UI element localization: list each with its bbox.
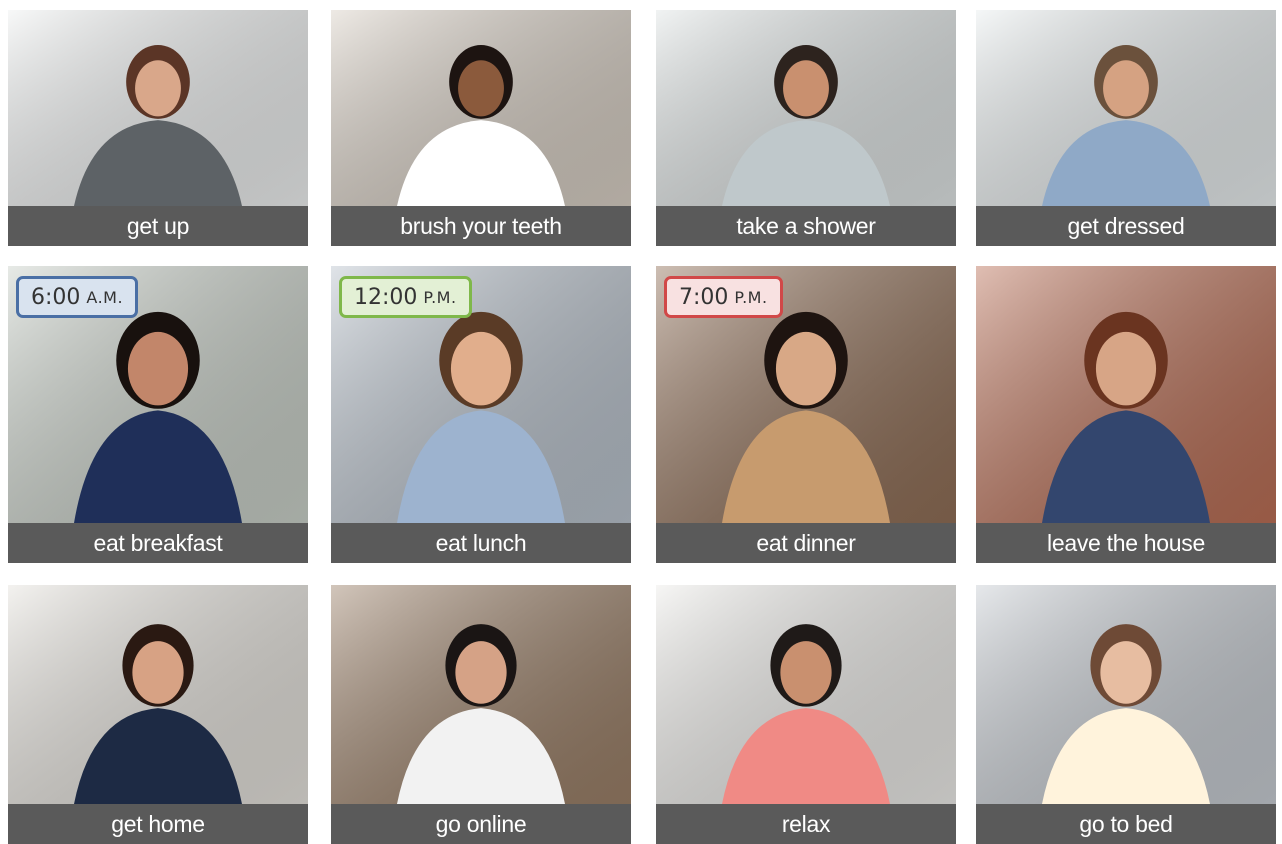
caption-eat-breakfast: eat breakfast xyxy=(8,523,308,563)
card-eat-breakfast: 6:00 A.M. eat breakfast xyxy=(8,266,308,563)
person-face xyxy=(132,641,184,704)
person-face xyxy=(135,60,181,117)
card-relax: relax xyxy=(656,585,956,844)
card-go-online: go online xyxy=(331,585,631,844)
person-face xyxy=(1100,641,1152,704)
time-value: 7:00 xyxy=(679,284,729,310)
caption-brush-your-teeth: brush your teeth xyxy=(331,206,631,246)
card-get-up: get up xyxy=(8,10,308,246)
caption-eat-lunch: eat lunch xyxy=(331,523,631,563)
caption-get-up: get up xyxy=(8,206,308,246)
caption-get-dressed: get dressed xyxy=(976,206,1276,246)
card-get-home: get home xyxy=(8,585,308,844)
photo-take-a-shower xyxy=(656,10,956,206)
person-face xyxy=(458,60,504,117)
card-brush-your-teeth: brush your teeth xyxy=(331,10,631,246)
photo-get-dressed xyxy=(976,10,1276,206)
caption-leave-the-house: leave the house xyxy=(976,523,1276,563)
photo-relax xyxy=(656,585,956,804)
card-leave-the-house: leave the house xyxy=(976,266,1276,563)
caption-get-home: get home xyxy=(8,804,308,844)
caption-take-a-shower: take a shower xyxy=(656,206,956,246)
card-go-to-bed: go to bed xyxy=(976,585,1276,844)
time-value: 12:00 xyxy=(354,284,418,310)
caption-eat-dinner: eat dinner xyxy=(656,523,956,563)
person-face xyxy=(450,331,512,406)
person-face xyxy=(1103,60,1149,117)
photo-get-up xyxy=(8,10,308,206)
person-face xyxy=(1095,331,1157,406)
photo-get-home xyxy=(8,585,308,804)
photo-brush-your-teeth xyxy=(331,10,631,206)
card-take-a-shower: take a shower xyxy=(656,10,956,246)
time-badge-dinner: 7:00 P.M. xyxy=(664,276,783,318)
time-period: P.M. xyxy=(734,287,768,307)
person-face xyxy=(783,60,829,117)
time-value: 6:00 xyxy=(31,284,81,310)
photo-leave-the-house xyxy=(976,266,1276,523)
time-period: P.M. xyxy=(423,287,457,307)
time-period: A.M. xyxy=(86,287,124,307)
person-face xyxy=(780,641,832,704)
caption-relax: relax xyxy=(656,804,956,844)
caption-go-to-bed: go to bed xyxy=(976,804,1276,844)
person-face xyxy=(455,641,507,704)
card-get-dressed: get dressed xyxy=(976,10,1276,246)
person-face xyxy=(775,331,837,406)
daily-routine-grid: get up brush your teeth take a shower ge… xyxy=(0,0,1282,844)
time-badge-lunch: 12:00 P.M. xyxy=(339,276,472,318)
photo-go-to-bed xyxy=(976,585,1276,804)
time-badge-breakfast: 6:00 A.M. xyxy=(16,276,139,318)
card-eat-dinner: 7:00 P.M. eat dinner xyxy=(656,266,956,563)
card-eat-lunch: 12:00 P.M. eat lunch xyxy=(331,266,631,563)
person-face xyxy=(127,331,189,406)
caption-go-online: go online xyxy=(331,804,631,844)
photo-go-online xyxy=(331,585,631,804)
